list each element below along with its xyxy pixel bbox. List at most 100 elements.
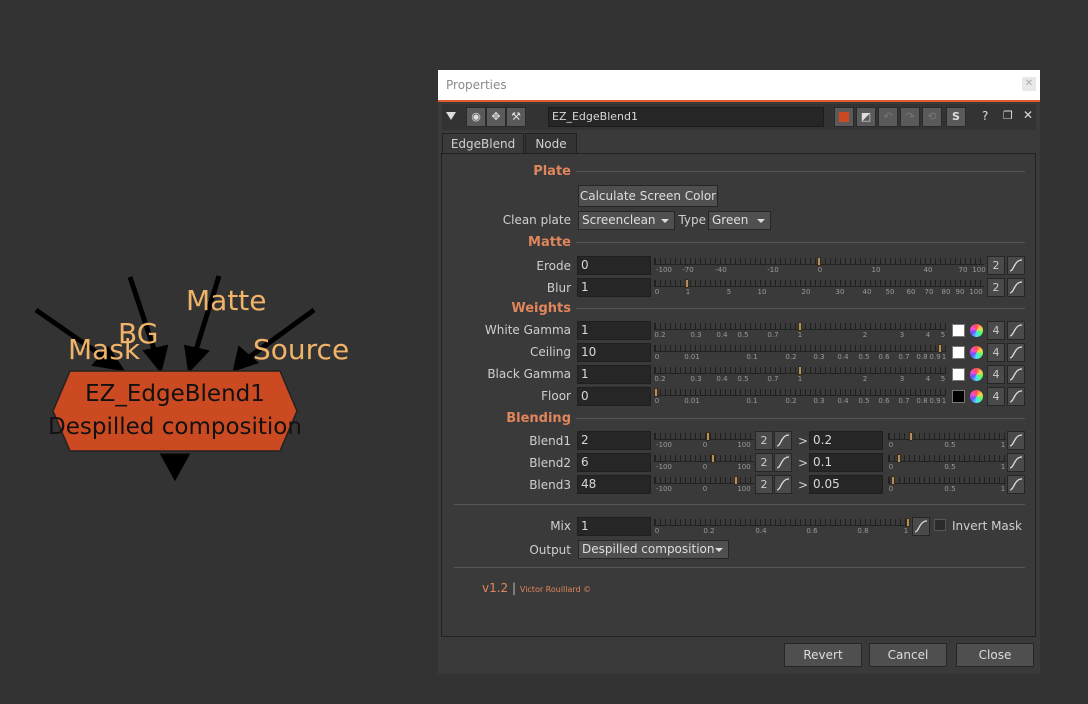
help-icon[interactable]: ? bbox=[982, 109, 988, 123]
script-icon[interactable]: S bbox=[946, 107, 966, 127]
black-gamma-slider[interactable]: 0.2 0.3 0.4 0.5 0.7 1 2 3 4 5 bbox=[654, 364, 946, 386]
blur-channel-count[interactable]: 2 bbox=[987, 278, 1005, 297]
floor-slider[interactable]: 0 0.01 0.1 0.2 0.3 0.4 0.5 0.6 0.7 0.8 0… bbox=[654, 386, 946, 408]
white-gamma-input[interactable]: 1 bbox=[577, 321, 651, 340]
blend2-threshold-slider[interactable]: 0 0.5 1 bbox=[888, 452, 1006, 474]
calculate-screen-color-button[interactable]: Calculate Screen Color bbox=[578, 185, 718, 207]
floor-color-swatch[interactable] bbox=[952, 390, 965, 403]
floor-channel-count[interactable]: 4 bbox=[987, 387, 1005, 406]
window-close-icon[interactable]: ✕ bbox=[1022, 77, 1036, 91]
tile-color-icon[interactable] bbox=[834, 107, 854, 127]
center-node-icon[interactable]: ✥ bbox=[486, 107, 506, 127]
revert-button[interactable]: Revert bbox=[784, 643, 862, 667]
blend2-threshold-slider-thumb[interactable] bbox=[897, 454, 901, 463]
blend2-input[interactable]: 6 bbox=[577, 453, 651, 472]
erode-curve-icon[interactable] bbox=[1007, 256, 1025, 275]
ceiling-input[interactable]: 10 bbox=[577, 343, 651, 362]
blend3-slider[interactable]: -100 0 100 bbox=[654, 474, 754, 496]
blend2-slider-thumb[interactable] bbox=[711, 454, 715, 463]
white-gamma-channel-count[interactable]: 4 bbox=[987, 321, 1005, 340]
input-label-bg: BG bbox=[118, 317, 159, 350]
float-panel-icon[interactable]: ❐ bbox=[1003, 109, 1013, 122]
redo-icon[interactable]: ↷ bbox=[900, 107, 920, 127]
mix-slider[interactable]: 0 0.2 0.4 0.6 0.8 1 bbox=[654, 516, 910, 538]
floor-curve-icon[interactable] bbox=[1007, 387, 1025, 406]
white-gamma-slider-thumb[interactable] bbox=[798, 322, 802, 331]
wrench-icon[interactable]: ⚒ bbox=[506, 107, 526, 127]
clean-plate-dropdown[interactable]: Screenclean bbox=[578, 211, 675, 230]
window-titlebar[interactable]: Properties ✕ bbox=[438, 70, 1040, 100]
color-wheel-icon[interactable] bbox=[970, 390, 983, 403]
white-gamma-curve-icon[interactable] bbox=[1007, 321, 1025, 340]
invert-mask-checkbox[interactable] bbox=[934, 519, 946, 531]
blend2-threshold-input[interactable]: 0.1 bbox=[809, 453, 883, 472]
color-wheel-icon[interactable] bbox=[970, 346, 983, 359]
erode-slider-thumb[interactable] bbox=[817, 257, 821, 266]
output-dropdown[interactable]: Despilled composition bbox=[578, 540, 729, 559]
blend2-threshold-curve-icon[interactable] bbox=[1007, 453, 1025, 472]
blend1-curve-icon[interactable] bbox=[774, 431, 792, 450]
blend3-threshold-slider-thumb[interactable] bbox=[891, 476, 895, 485]
blend1-slider[interactable]: -100 0 100 bbox=[654, 430, 754, 452]
blend1-label: Blend1 bbox=[529, 434, 571, 448]
black-gamma-input[interactable]: 1 bbox=[577, 365, 651, 384]
blur-slider[interactable]: 0 1 5 10 20 30 40 50 60 70 80 90 100 bbox=[654, 277, 984, 299]
close-button[interactable]: Close bbox=[956, 643, 1034, 667]
input-label-source: Source bbox=[253, 333, 350, 366]
erode-input[interactable]: 0 bbox=[577, 256, 651, 275]
viewer-target-icon[interactable]: ◉ bbox=[466, 107, 486, 127]
ceiling-slider-thumb[interactable] bbox=[938, 344, 942, 353]
blend1-threshold-input[interactable]: 0.2 bbox=[809, 431, 883, 450]
ceiling-channel-count[interactable]: 4 bbox=[987, 343, 1005, 362]
erode-slider[interactable]: -100 -70 -40 -10 0 10 40 70 100 bbox=[654, 255, 986, 277]
node-name-input[interactable]: EZ_EdgeBlend1 bbox=[548, 107, 824, 127]
blend1-channel-count[interactable]: 2 bbox=[755, 431, 773, 450]
mix-input[interactable]: 1 bbox=[577, 517, 651, 536]
blend2-channel-count[interactable]: 2 bbox=[755, 453, 773, 472]
blend1-threshold-curve-icon[interactable] bbox=[1007, 431, 1025, 450]
black-gamma-color-swatch[interactable] bbox=[952, 368, 965, 381]
collapse-triangle-icon[interactable] bbox=[446, 112, 456, 120]
ceiling-color-swatch[interactable] bbox=[952, 346, 965, 359]
section-blending: Blending bbox=[506, 411, 571, 426]
floor-input[interactable]: 0 bbox=[577, 387, 651, 406]
blur-slider-thumb[interactable] bbox=[685, 279, 689, 288]
mix-slider-thumb[interactable] bbox=[906, 518, 910, 527]
black-gamma-channel-count[interactable]: 4 bbox=[987, 365, 1005, 384]
type-dropdown[interactable]: Green bbox=[708, 211, 771, 230]
blend1-slider-thumb[interactable] bbox=[706, 432, 710, 441]
blend3-channel-count[interactable]: 2 bbox=[755, 475, 773, 494]
close-panel-icon[interactable]: ✕ bbox=[1023, 108, 1033, 122]
tab-edgeblend[interactable]: EdgeBlend bbox=[442, 133, 524, 154]
blend1-threshold-slider[interactable]: 0 0.5 1 bbox=[888, 430, 1006, 452]
ceiling-slider[interactable]: 0 0.01 0.1 0.2 0.3 0.4 0.5 0.6 0.7 0.8 0… bbox=[654, 342, 946, 364]
blur-input[interactable]: 1 bbox=[577, 278, 651, 297]
color-wheel-icon[interactable] bbox=[970, 324, 983, 337]
ceiling-curve-icon[interactable] bbox=[1007, 343, 1025, 362]
blur-curve-icon[interactable] bbox=[1007, 278, 1025, 297]
blend1-threshold-slider-thumb[interactable] bbox=[909, 432, 913, 441]
blend3-curve-icon[interactable] bbox=[774, 475, 792, 494]
blend3-threshold-input[interactable]: 0.05 bbox=[809, 475, 883, 494]
color-wheel-icon[interactable] bbox=[970, 368, 983, 381]
erode-channel-count[interactable]: 2 bbox=[987, 256, 1005, 275]
blend1-input[interactable]: 2 bbox=[577, 431, 651, 450]
cancel-button[interactable]: Cancel bbox=[869, 643, 947, 667]
white-gamma-color-swatch[interactable] bbox=[952, 324, 965, 337]
blend3-threshold-curve-icon[interactable] bbox=[1007, 475, 1025, 494]
mix-curve-icon[interactable] bbox=[912, 517, 930, 536]
black-gamma-slider-thumb[interactable] bbox=[798, 366, 802, 375]
revert-icon[interactable]: ⟲ bbox=[922, 107, 942, 127]
blend2-curve-icon[interactable] bbox=[774, 453, 792, 472]
section-divider bbox=[576, 242, 1025, 243]
undo-icon[interactable]: ↶ bbox=[878, 107, 898, 127]
blend3-threshold-slider[interactable]: 0 0.5 1 bbox=[888, 474, 1006, 496]
white-gamma-slider[interactable]: 0.2 0.3 0.4 0.5 0.7 1 2 3 4 5 bbox=[654, 320, 946, 342]
black-gamma-curve-icon[interactable] bbox=[1007, 365, 1025, 384]
blend3-slider-thumb[interactable] bbox=[734, 476, 738, 485]
floor-slider-thumb[interactable] bbox=[654, 388, 658, 397]
font-color-icon[interactable]: ◩ bbox=[856, 107, 876, 127]
blend3-input[interactable]: 48 bbox=[577, 475, 651, 494]
blend2-slider[interactable]: -100 0 100 bbox=[654, 452, 754, 474]
tab-node[interactable]: Node bbox=[525, 133, 577, 154]
